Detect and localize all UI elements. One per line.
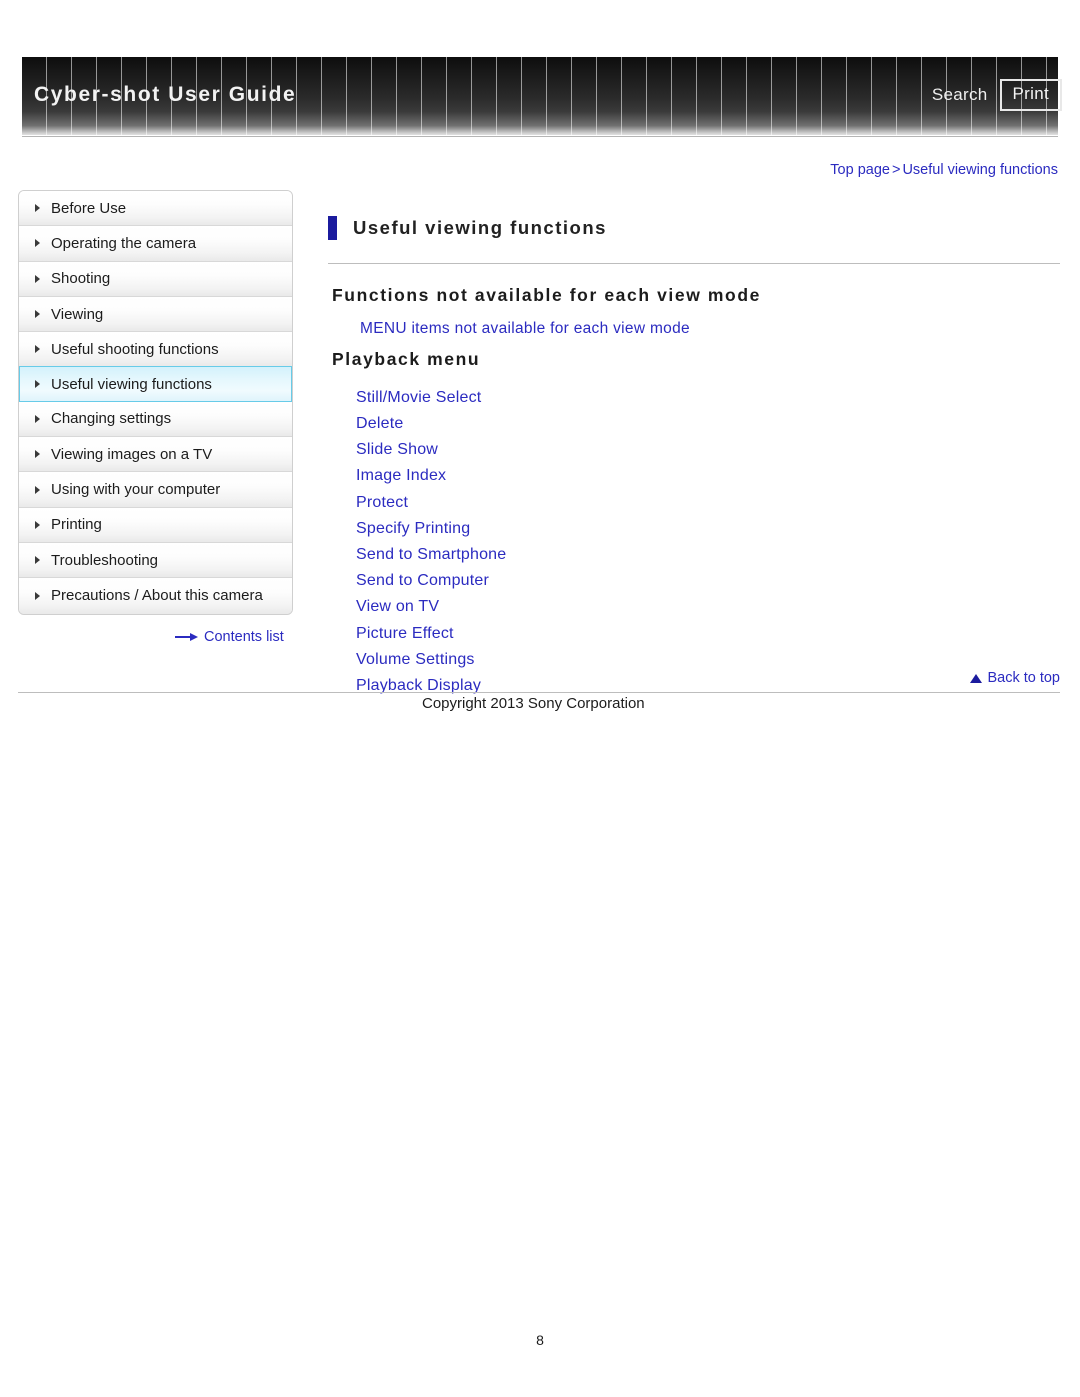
sidebar-item-label: Using with your computer [51,481,221,499]
triangle-right-icon [35,380,40,389]
sidebar-item-useful-shooting-functions[interactable]: Useful shooting functions [19,332,292,368]
sidebar-item-label: Changing settings [51,410,172,428]
breadcrumb-top-page[interactable]: Top page [830,162,890,178]
triangle-right-icon [35,485,40,494]
sidebar-item-label: Troubleshooting [51,551,159,569]
menu-link-send-to-smartphone[interactable]: Send to Smartphone [356,542,1060,568]
page-title: Useful viewing functions [353,217,607,239]
menu-link-specify-printing[interactable]: Specify Printing [356,516,1060,542]
sidebar-item-label: Operating the camera [51,234,197,252]
sidebar-item-before-use[interactable]: Before Use [19,191,292,227]
menu-link-delete[interactable]: Delete [356,411,1060,437]
footer-divider [18,692,1060,693]
back-to-top-link[interactable]: Back to top [970,670,1060,686]
contents-list-link[interactable]: Contents list [175,629,284,645]
copyright-text: Copyright 2013 Sony Corporation [422,695,645,712]
sidebar-item-printing[interactable]: Printing [19,507,292,543]
menu-link-protect[interactable]: Protect [356,490,1060,516]
menu-link-still-movie-select[interactable]: Still/Movie Select [356,385,1060,411]
triangle-right-icon [35,414,40,423]
menu-link-slide-show[interactable]: Slide Show [356,437,1060,463]
search-link[interactable]: Search [932,85,988,105]
menu-link-picture-effect[interactable]: Picture Effect [356,621,1060,647]
sidebar-nav: Before Use Operating the camera Shooting… [18,190,293,615]
sidebar-item-label: Viewing images on a TV [51,445,213,463]
menu-link-send-to-computer[interactable]: Send to Computer [356,568,1060,594]
sidebar-item-label: Before Use [51,199,127,217]
triangle-right-icon [35,591,40,600]
triangle-right-icon [35,274,40,283]
triangle-right-icon [35,345,40,354]
sidebar-item-label: Precautions / About this camera [51,587,263,605]
arrow-right-icon [175,633,199,642]
triangle-right-icon [35,204,40,213]
sidebar-item-label: Printing [51,516,102,534]
triangle-right-icon [35,310,40,319]
sidebar-item-operating-the-camera[interactable]: Operating the camera [19,226,292,262]
section-heading-playback-menu: Playback menu [332,349,481,370]
main-content: Useful viewing functions Functions not a… [328,205,1060,699]
playback-menu-link-list: Still/Movie Select Delete Slide Show Ima… [356,385,1060,699]
sidebar-item-label: Useful viewing functions [51,375,212,393]
site-title: Cyber-shot User Guide [34,83,297,106]
sidebar-item-label: Useful shooting functions [51,340,219,358]
triangle-right-icon [35,239,40,248]
breadcrumb-current[interactable]: Useful viewing functions [902,162,1058,178]
link-menu-items-not-available[interactable]: MENU items not available for each view m… [360,320,1060,338]
header-actions: Search Print [932,79,1062,111]
site-header: Cyber-shot User Guide Search Print [0,57,1080,139]
sidebar-item-viewing-images-on-a-tv[interactable]: Viewing images on a TV [19,437,292,473]
sidebar-item-useful-viewing-functions[interactable]: Useful viewing functions [19,366,292,402]
sidebar-item-precautions-about-this-camera[interactable]: Precautions / About this camera [19,578,292,614]
title-marker-bar [328,216,337,241]
triangle-right-icon [35,520,40,529]
triangle-right-icon [35,556,40,565]
triangle-up-icon [970,673,983,683]
sidebar-item-shooting[interactable]: Shooting [19,261,292,297]
breadcrumb: Top page > Useful viewing functions [830,162,1058,178]
contents-list-label: Contents list [204,629,284,645]
menu-link-view-on-tv[interactable]: View on TV [356,594,1060,620]
header-underline [22,136,1058,137]
section-heading-functions-not-available: Functions not available for each view mo… [332,284,761,305]
sidebar-item-troubleshooting[interactable]: Troubleshooting [19,542,292,579]
back-to-top-label: Back to top [987,670,1060,686]
page-title-row: Useful viewing functions [328,205,1060,264]
page-number: 8 [536,1332,544,1348]
sidebar-item-viewing[interactable]: Viewing [19,296,292,333]
sidebar-item-using-with-your-computer[interactable]: Using with your computer [19,472,292,508]
breadcrumb-separator: > [891,162,901,178]
triangle-right-icon [35,450,40,459]
sidebar-item-label: Shooting [51,270,111,288]
menu-link-volume-settings[interactable]: Volume Settings [356,647,1060,673]
sidebar-item-label: Viewing [51,305,104,323]
print-button[interactable]: Print [999,79,1062,111]
sidebar-item-changing-settings[interactable]: Changing settings [19,401,292,438]
menu-link-image-index[interactable]: Image Index [356,463,1060,489]
